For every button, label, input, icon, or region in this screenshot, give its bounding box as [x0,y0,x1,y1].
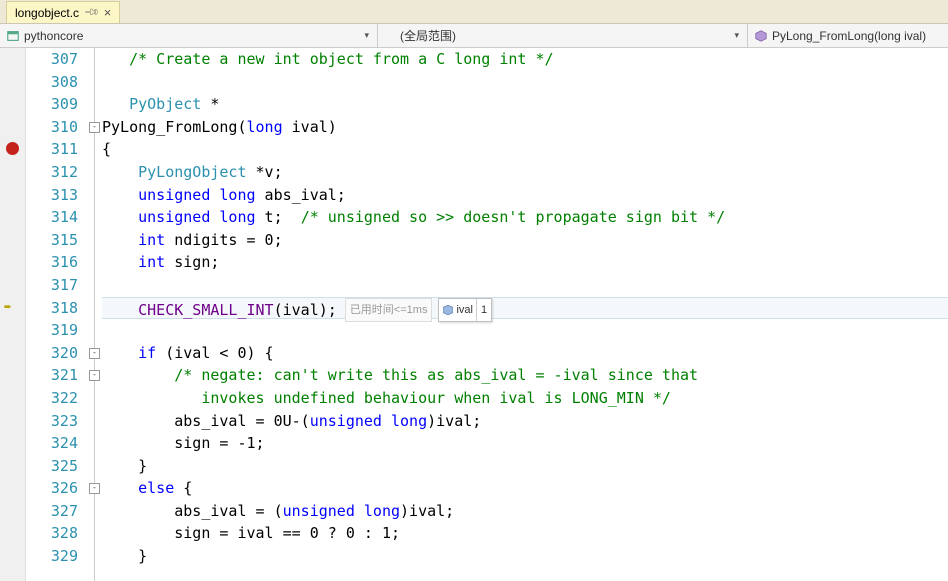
variable-tip[interactable]: ival1 [438,298,492,323]
code-line[interactable]: /* Create a new int object from a C long… [102,48,948,71]
code-line[interactable]: int sign; [102,251,948,274]
inline-debug-tip[interactable]: 已用时间<=1msival1 [345,298,492,323]
breakpoint-gutter[interactable]: ➨ [0,48,26,581]
chevron-down-icon: ▾ [362,30,371,41]
code-editor[interactable]: ➨ 30730830931031131231331431531631731831… [0,48,948,581]
line-number: 312 [26,161,78,184]
fold-toggle[interactable]: - [89,370,100,381]
nav-function-text: PyLong_FromLong(long ival) [772,29,926,43]
code-line[interactable] [102,319,948,342]
code-line[interactable]: else { [102,477,948,500]
chevron-down-icon: ▾ [732,30,741,41]
code-line[interactable]: /* negate: can't write this as abs_ival … [102,364,948,387]
fold-toggle[interactable]: - [89,122,100,133]
project-icon [6,29,20,43]
line-number: 316 [26,251,78,274]
code-line[interactable]: PyLong_FromLong(long ival) [102,116,948,139]
code-line[interactable]: PyObject * [102,93,948,116]
nav-scope-text: (全局范围) [384,27,456,44]
line-number: 309 [26,93,78,116]
code-line[interactable]: } [102,455,948,478]
line-number: 319 [26,319,78,342]
line-number: 324 [26,432,78,455]
code-line[interactable] [102,274,948,297]
line-number: 314 [26,206,78,229]
line-number: 307 [26,48,78,71]
code-line[interactable]: abs_ival = 0U-(unsigned long)ival; [102,410,948,433]
code-line[interactable]: sign = ival == 0 ? 0 : 1; [102,522,948,545]
code-line[interactable]: if (ival < 0) { [102,342,948,365]
line-number: 328 [26,522,78,545]
line-number: 326 [26,477,78,500]
code-line[interactable]: abs_ival = (unsigned long)ival; [102,500,948,523]
line-number: 315 [26,229,78,252]
code-area[interactable]: /* Create a new int object from a C long… [102,48,948,581]
line-number: 317 [26,274,78,297]
variable-icon [443,305,453,315]
method-icon [754,29,768,43]
code-line[interactable]: } [102,545,948,568]
line-number: 327 [26,500,78,523]
line-number: 310 [26,116,78,139]
line-number-gutter: 3073083093103113123133143153163173183193… [26,48,88,581]
fold-gutter[interactable]: - - - - [88,48,102,581]
code-line[interactable]: CHECK_SMALL_INT(ival);已用时间<=1msival1 [102,297,948,320]
line-number: 325 [26,455,78,478]
code-line[interactable]: int ndigits = 0; [102,229,948,252]
file-tab[interactable]: longobject.c 📌︎ × [6,1,120,23]
code-line[interactable]: unsigned long t; /* unsigned so >> doesn… [102,206,948,229]
line-number: 313 [26,184,78,207]
breakpoint-marker[interactable] [6,142,19,155]
tab-bar: longobject.c 📌︎ × [0,0,948,24]
pin-icon[interactable]: 📌︎ [83,4,100,21]
tab-filename: longobject.c [15,6,79,20]
line-number: 322 [26,387,78,410]
nav-project-text: pythoncore [24,29,83,43]
nav-scope-dropdown[interactable]: (全局范围) ▾ [378,24,748,47]
current-line-arrow: ➨ [4,301,12,314]
code-line[interactable] [102,71,948,94]
code-line[interactable]: invokes undefined behaviour when ival is… [102,387,948,410]
code-line[interactable]: PyLongObject *v; [102,161,948,184]
nav-function-dropdown[interactable]: PyLong_FromLong(long ival) [748,24,948,47]
fold-toggle[interactable]: - [89,483,100,494]
line-number: 321 [26,364,78,387]
fold-toggle[interactable]: - [89,348,100,359]
line-number: 318 [26,297,78,320]
line-number: 311 [26,138,78,161]
navigation-bar: pythoncore ▾ (全局范围) ▾ PyLong_FromLong(lo… [0,24,948,48]
line-number: 323 [26,410,78,433]
code-line[interactable]: { [102,138,948,161]
perf-tip: 已用时间<=1ms [345,298,433,323]
code-line[interactable]: sign = -1; [102,432,948,455]
code-line[interactable]: unsigned long abs_ival; [102,184,948,207]
line-number: 320 [26,342,78,365]
nav-project-dropdown[interactable]: pythoncore ▾ [0,24,378,47]
line-number: 308 [26,71,78,94]
line-number: 329 [26,545,78,568]
close-icon[interactable]: × [104,6,112,19]
